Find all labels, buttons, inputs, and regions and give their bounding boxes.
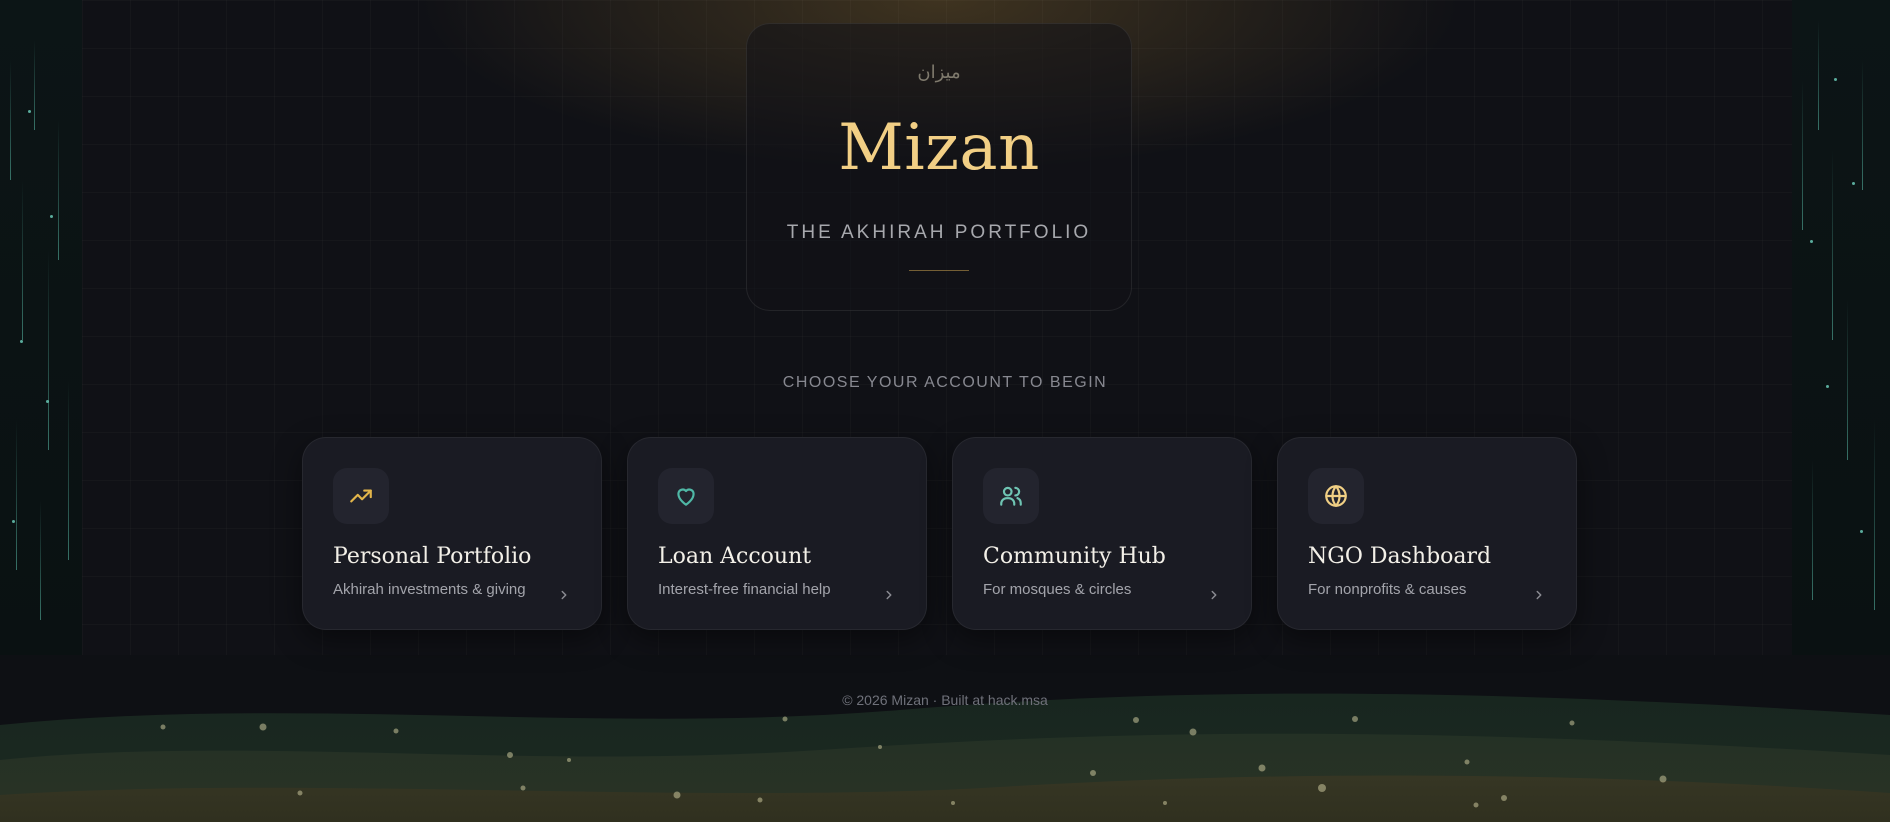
card-title: NGO Dashboard — [1308, 544, 1492, 569]
card-title: Loan Account — [658, 544, 812, 569]
footer-landscape — [0, 655, 1890, 822]
card-title: Community Hub — [983, 544, 1166, 569]
globe-icon — [1308, 468, 1364, 524]
chevron-right-icon — [1211, 590, 1217, 600]
personal-portfolio-card[interactable]: Personal Portfolio Akhirah investments &… — [302, 437, 602, 630]
heart-icon — [658, 468, 714, 524]
card-subtitle: Interest-free financial help — [658, 581, 831, 598]
arabic-title: ميزان — [917, 62, 961, 83]
divider — [909, 270, 969, 271]
account-card-list: Personal Portfolio Akhirah investments &… — [302, 437, 1577, 630]
chevron-right-icon — [561, 590, 567, 600]
ngo-dashboard-card[interactable]: NGO Dashboard For nonprofits & causes — [1277, 437, 1577, 630]
card-title: Personal Portfolio — [333, 544, 532, 569]
users-icon — [983, 468, 1039, 524]
landing-page: ميزان Mizan THE AKHIRAH PORTFOLIO CHOOSE… — [0, 0, 1890, 822]
left-rain-panel — [0, 0, 82, 655]
right-rain-panel — [1792, 0, 1890, 655]
card-subtitle: For mosques & circles — [983, 581, 1132, 598]
brand-title: Mizan — [838, 111, 1040, 185]
card-subtitle: Akhirah investments & giving — [333, 581, 526, 598]
hero-card: ميزان Mizan THE AKHIRAH PORTFOLIO — [746, 23, 1132, 311]
community-hub-card[interactable]: Community Hub For mosques & circles — [952, 437, 1252, 630]
chevron-right-icon — [1536, 590, 1542, 600]
chevron-right-icon — [886, 590, 892, 600]
tagline: THE AKHIRAH PORTFOLIO — [786, 222, 1092, 243]
choose-account-prompt: CHOOSE YOUR ACCOUNT TO BEGIN — [782, 374, 1108, 391]
loan-account-card[interactable]: Loan Account Interest-free financial hel… — [627, 437, 927, 630]
footer-copyright: © 2026 Mizan · Built at hack.msa — [842, 692, 1048, 708]
card-subtitle: For nonprofits & causes — [1308, 581, 1467, 598]
trending-up-icon — [333, 468, 389, 524]
